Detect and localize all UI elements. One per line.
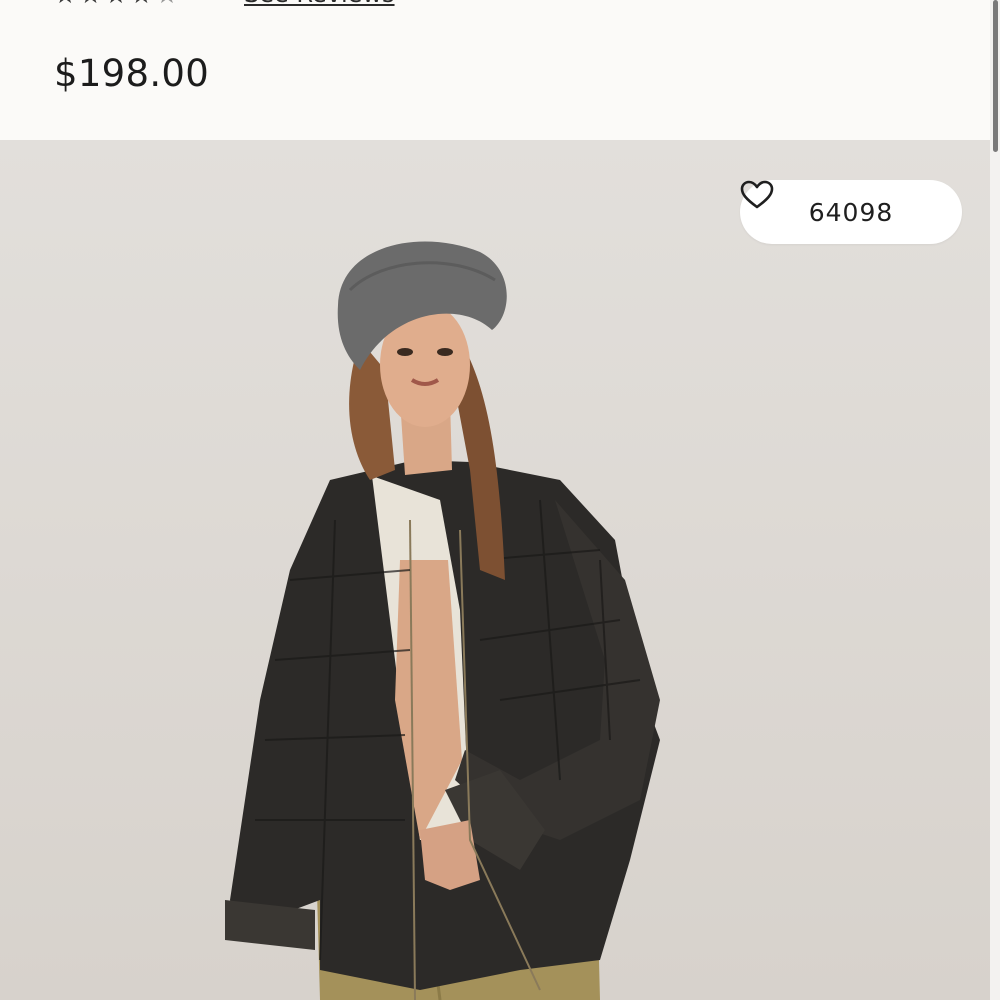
star-icon: ★: [79, 0, 101, 7]
rating-stars[interactable]: ★ ★ ★ ★ ★: [54, 0, 178, 7]
star-half-icon: ★: [156, 0, 178, 7]
star-icon: ★: [54, 0, 76, 7]
product-header: ★ ★ ★ ★ ★ See Reviews $198.00: [0, 0, 990, 140]
product-price: $198.00: [54, 52, 210, 95]
scrollbar-track[interactable]: [990, 0, 1000, 1000]
like-button[interactable]: 64098: [740, 180, 962, 244]
scrollbar-thumb[interactable]: [993, 0, 998, 152]
like-count: 64098: [808, 197, 894, 227]
heart-outline-icon: [740, 180, 774, 209]
see-reviews-link[interactable]: See Reviews: [244, 0, 395, 8]
product-photo-illustration: [225, 241, 660, 1000]
product-image[interactable]: 64098: [0, 140, 990, 1000]
star-icon: ★: [105, 0, 127, 7]
star-icon: ★: [130, 0, 152, 7]
